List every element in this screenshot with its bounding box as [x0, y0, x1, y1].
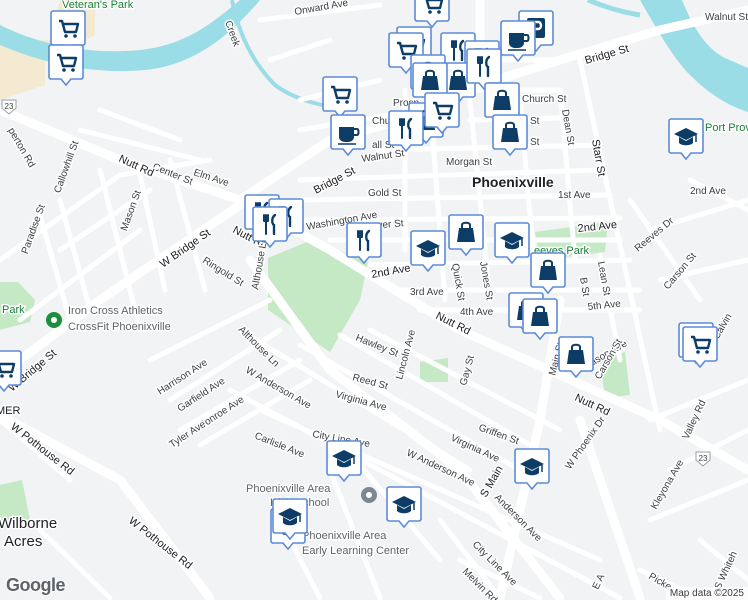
- iron-cross-label-2: CrossFit Phoenixville: [68, 321, 171, 333]
- restaurant-marker[interactable]: [252, 206, 288, 249]
- cafe-marker[interactable]: [500, 20, 536, 63]
- school-marker[interactable]: [668, 118, 704, 161]
- route-23-label: 23: [5, 102, 14, 111]
- school-marker[interactable]: [514, 448, 550, 491]
- school-marker[interactable]: [386, 486, 422, 529]
- school-marker[interactable]: [272, 498, 308, 541]
- shopping-marker[interactable]: [492, 114, 528, 157]
- school-marker[interactable]: [326, 440, 362, 483]
- iron-cross-label-1: Iron Cross Athletics: [68, 305, 163, 317]
- gold-st-label: Gold St: [368, 188, 402, 199]
- port-prov-label: Port Prov: [705, 122, 748, 134]
- first-ave-label: 1st Ave: [558, 190, 591, 201]
- grocery-marker[interactable]: [682, 326, 718, 369]
- shopping-marker[interactable]: [448, 214, 484, 257]
- wilborne-label-1: Wilborne: [0, 515, 57, 532]
- shopping-marker[interactable]: [530, 252, 566, 295]
- third-ave-label: 3rd Ave: [410, 287, 444, 298]
- grocery-marker[interactable]: [414, 0, 450, 29]
- grocery-marker[interactable]: [48, 44, 84, 87]
- route-23-label: 23: [699, 454, 708, 463]
- morgan-st-label: Morgan St: [446, 157, 492, 168]
- restaurant-marker[interactable]: [346, 222, 382, 265]
- school-marker[interactable]: [410, 230, 446, 273]
- elc-label-1: Phoenixville Area: [302, 530, 387, 542]
- shopping-marker[interactable]: [558, 336, 594, 379]
- restaurant-marker[interactable]: [466, 48, 502, 91]
- church-st-label: Church St: [522, 94, 567, 105]
- fitness-poi-dot: [51, 317, 57, 323]
- map-canvas[interactable]: 23 23 Veteran's Park Onward Ave Creek Br…: [0, 0, 748, 600]
- map-base: 23 23 Veteran's Park Onward Ave Creek Br…: [0, 0, 748, 600]
- grocery-marker[interactable]: [50, 10, 86, 53]
- mer-label: MER: [0, 405, 21, 417]
- shopping-marker[interactable]: [484, 82, 520, 125]
- wilborne-label-2: Acres: [4, 533, 42, 550]
- phoenixville-label: Phoenixville: [472, 174, 554, 190]
- st-label-2: St: [530, 137, 540, 148]
- shopping-marker[interactable]: [522, 298, 558, 341]
- google-logo: Google: [6, 575, 66, 595]
- cafe-marker[interactable]: [330, 114, 366, 157]
- restaurant-marker[interactable]: [388, 110, 424, 153]
- high-school-label-1: Phoenixville Area: [246, 483, 331, 495]
- grocery-marker[interactable]: [322, 76, 358, 119]
- walnut-st-label: Walnut St: [705, 12, 748, 23]
- second-ave-right-label: 2nd Ave: [690, 186, 726, 197]
- elc-label-2: Early Learning Center: [302, 545, 409, 557]
- st-label-1: St: [530, 116, 540, 127]
- fourth-ave-label: 4th Ave: [460, 307, 494, 318]
- land-background: [0, 0, 748, 600]
- park-left-label: Park: [2, 304, 25, 316]
- grocery-marker[interactable]: [0, 350, 22, 393]
- map-attribution[interactable]: Map data ©2025: [665, 587, 748, 600]
- school-poi-dot: [366, 492, 372, 498]
- grocery-marker[interactable]: [424, 92, 460, 135]
- school-marker[interactable]: [494, 222, 530, 265]
